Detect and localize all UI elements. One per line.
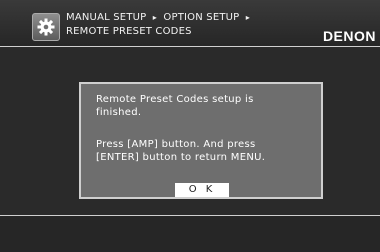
breadcrumb-line-2: REMOTE PRESET CODES — [66, 25, 253, 39]
breadcrumb: MANUAL SETUP ▸ OPTION SETUP ▸ REMOTE PRE… — [66, 11, 253, 39]
ok-button[interactable]: O K — [175, 183, 229, 197]
breadcrumb-item-manual-setup: MANUAL SETUP — [66, 12, 147, 23]
setup-icon-box — [32, 13, 60, 41]
brand-logo: DENON — [322, 28, 376, 44]
breadcrumb-item-option-setup: OPTION SETUP — [163, 12, 240, 23]
header-bar: MANUAL SETUP ▸ OPTION SETUP ▸ REMOTE PRE… — [0, 0, 380, 46]
breadcrumb-item-remote-preset-codes: REMOTE PRESET CODES — [66, 26, 192, 37]
gear-icon — [37, 18, 55, 36]
breadcrumb-separator-icon: ▸ — [245, 13, 251, 22]
dialog-message-instructions: Press [AMP] button. And press [ENTER] bu… — [96, 139, 266, 163]
breadcrumb-line-1: MANUAL SETUP ▸ OPTION SETUP ▸ — [66, 11, 253, 25]
breadcrumb-separator-icon: ▸ — [152, 13, 157, 22]
footer-bar — [0, 216, 380, 252]
header-divider — [0, 46, 380, 47]
completion-dialog: Remote Preset Codes setup is finished. P… — [79, 82, 323, 199]
dialog-message-finished: Remote Preset Codes setup is finished. — [96, 94, 254, 118]
